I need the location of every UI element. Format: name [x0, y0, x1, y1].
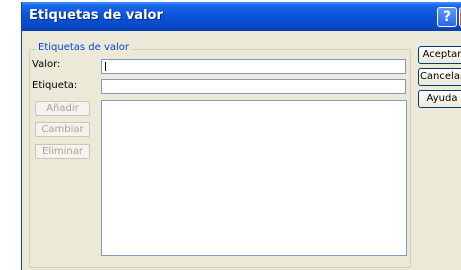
window-title: Etiquetas de valor — [29, 8, 163, 23]
remove-button[interactable]: Eliminar — [35, 144, 90, 159]
add-button[interactable]: Añadir — [35, 101, 90, 116]
help-icon: ? — [442, 9, 452, 25]
value-labels-list[interactable] — [101, 100, 407, 256]
cancel-button[interactable]: Cancelar — [418, 68, 461, 86]
value-input[interactable] — [101, 59, 406, 74]
value-label: Valor: — [32, 59, 61, 70]
change-button[interactable]: Cambiar — [35, 122, 90, 137]
group-legend: Etiquetas de valor — [36, 42, 132, 53]
label-label: Etiqueta: — [32, 80, 78, 91]
label-input[interactable] — [101, 79, 406, 94]
help-title-button[interactable]: ? — [437, 7, 457, 27]
ok-button[interactable]: Aceptar — [418, 46, 461, 64]
value-labels-dialog: Etiquetas de valor ? Etiquetas de valor … — [21, 2, 461, 270]
help-button[interactable]: Ayuda — [418, 90, 461, 108]
text-caret — [105, 62, 106, 71]
title-bar[interactable]: Etiquetas de valor ? — [22, 2, 461, 31]
